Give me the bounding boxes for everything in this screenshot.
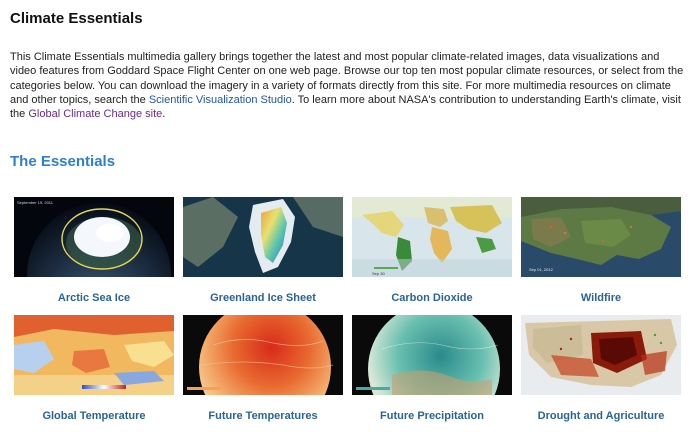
drought-agriculture-link[interactable]: Drought and Agriculture	[521, 410, 681, 422]
wildfire-link[interactable]: Wildfire	[521, 292, 681, 304]
arctic-sea-ice-link[interactable]: Arctic Sea Ice	[14, 292, 174, 304]
intro-text-3: .	[162, 108, 166, 121]
global-temperature-map-thumbnail[interactable]	[14, 315, 174, 395]
drought-agriculture-map-thumbnail[interactable]	[521, 315, 681, 395]
greenland-ice-sheet-link[interactable]: Greenland Ice Sheet	[183, 292, 343, 304]
global-temperature-link[interactable]: Global Temperature	[14, 410, 174, 422]
arctic-caption: September 15, 2011	[17, 200, 54, 205]
future-precipitation-globe-thumbnail[interactable]	[352, 315, 512, 395]
page: Climate Essentials This Climate Essentia…	[0, 0, 692, 441]
scientific-visualization-studio-link[interactable]: Scientific Visualization Studio	[149, 94, 292, 106]
wildfire-caption: Sep 01, 2012	[529, 267, 554, 272]
carbon-dioxide-link[interactable]: Carbon Dioxide	[352, 292, 512, 304]
arctic-sea-ice-thumbnail[interactable]: September 15, 2011	[14, 197, 174, 277]
future-precipitation-link[interactable]: Future Precipitation	[352, 410, 512, 422]
global-climate-change-link[interactable]: Global Climate Change site	[28, 108, 162, 120]
future-temperatures-globe-thumbnail[interactable]	[183, 315, 343, 395]
wildfire-map-thumbnail[interactable]: Sep 01, 2012	[521, 197, 681, 277]
future-temperatures-link[interactable]: Future Temperatures	[183, 410, 343, 422]
greenland-ice-sheet-thumbnail[interactable]	[183, 197, 343, 277]
essentials-heading: The Essentials	[10, 153, 116, 170]
intro-paragraph: This Climate Essentials multimedia galle…	[10, 50, 685, 121]
carbon-dioxide-map-thumbnail[interactable]: Sep 30	[352, 197, 512, 277]
page-title: Climate Essentials	[10, 10, 143, 27]
co2-caption: Sep 30	[372, 271, 385, 276]
